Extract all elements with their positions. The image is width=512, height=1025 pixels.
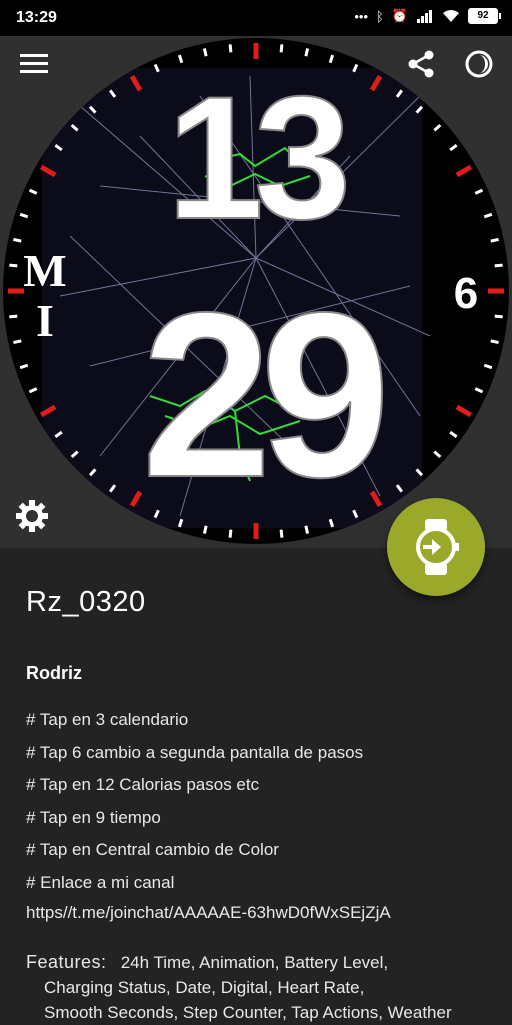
share-button[interactable] [401, 44, 441, 84]
description-line: # Enlace a mi canal [26, 872, 175, 892]
watch-preview-panel: 13 29 M I 6 [0, 36, 512, 548]
description-line: # Tap en Central cambio de Color [26, 840, 279, 859]
features-label: Features: [26, 952, 107, 972]
menu-button[interactable] [14, 44, 54, 84]
hours-display: 13 [167, 61, 345, 256]
channel-link[interactable]: https//t.me/joinchat/AAAAAE-63hwD0fWxSEj… [26, 903, 391, 923]
minute-tick [228, 529, 233, 538]
features-row: Smooth Seconds, Step Counter, Tap Action… [44, 1003, 452, 1022]
description-line: # Tap en 9 tiempo [26, 807, 161, 827]
status-icons: ••• ᛒ ⏰ 92 [354, 8, 501, 24]
menu-icon [20, 54, 48, 73]
minutes-display: 29 [141, 263, 382, 526]
alarm-icon: ⏰ [391, 8, 408, 23]
minute-tick [9, 314, 18, 319]
watch-face[interactable]: 13 29 M I 6 [0, 36, 512, 548]
share-icon [408, 50, 434, 78]
logo-letter-m: M [23, 245, 66, 296]
status-bar: 13:29 ••• ᛒ ⏰ 92 [0, 0, 512, 36]
theme-icon [465, 50, 493, 78]
more-dots-icon: ••• [354, 8, 368, 24]
minute-tick [304, 525, 310, 534]
battery-icon: 92 [468, 8, 501, 24]
gear-icon [16, 500, 48, 532]
dial-number-6: 6 [454, 269, 478, 318]
minute-tick [494, 314, 503, 319]
minute-tick [494, 263, 503, 268]
description-line: # Tap en 3 calendario [26, 710, 189, 729]
minute-tick [202, 525, 208, 534]
minute-tick [490, 237, 499, 243]
minute-tick [490, 339, 499, 345]
author-name[interactable]: Rodriz [26, 663, 82, 684]
minute-tick [279, 529, 284, 538]
features-row: 24h Time, Animation, Battery Level, [120, 953, 389, 972]
signal-icon [417, 10, 432, 23]
theme-button[interactable] [459, 44, 499, 84]
minute-tick [228, 44, 233, 53]
description-line: # Tap 6 cambio a segunda pantalla de pas… [26, 742, 364, 762]
minute-tick [13, 339, 22, 345]
features-row: Charging Status, Date, Digital, Heart Ra… [44, 978, 365, 997]
minute-tick [304, 48, 310, 57]
description-line: # Tap en 12 Calorias pasos etc [26, 775, 260, 794]
watch-apply-icon [416, 519, 459, 575]
minute-tick [279, 44, 284, 53]
wifi-icon [443, 10, 459, 22]
watchface-title: Rz_0320 [26, 586, 146, 618]
minute-tick [13, 237, 22, 243]
minute-tick [202, 48, 208, 57]
settings-button[interactable] [12, 496, 52, 536]
logo-letter-i: I [36, 295, 54, 346]
minute-tick [9, 263, 18, 268]
description: # Tap en 3 calendario # Tap 6 cambio a s… [26, 708, 496, 903]
status-time: 13:29 [16, 9, 57, 26]
apply-watchface-button[interactable] [387, 498, 485, 596]
bluetooth-icon: ᛒ [376, 8, 384, 24]
features-section: Features: 24h Time, Animation, Battery L… [26, 950, 506, 1025]
